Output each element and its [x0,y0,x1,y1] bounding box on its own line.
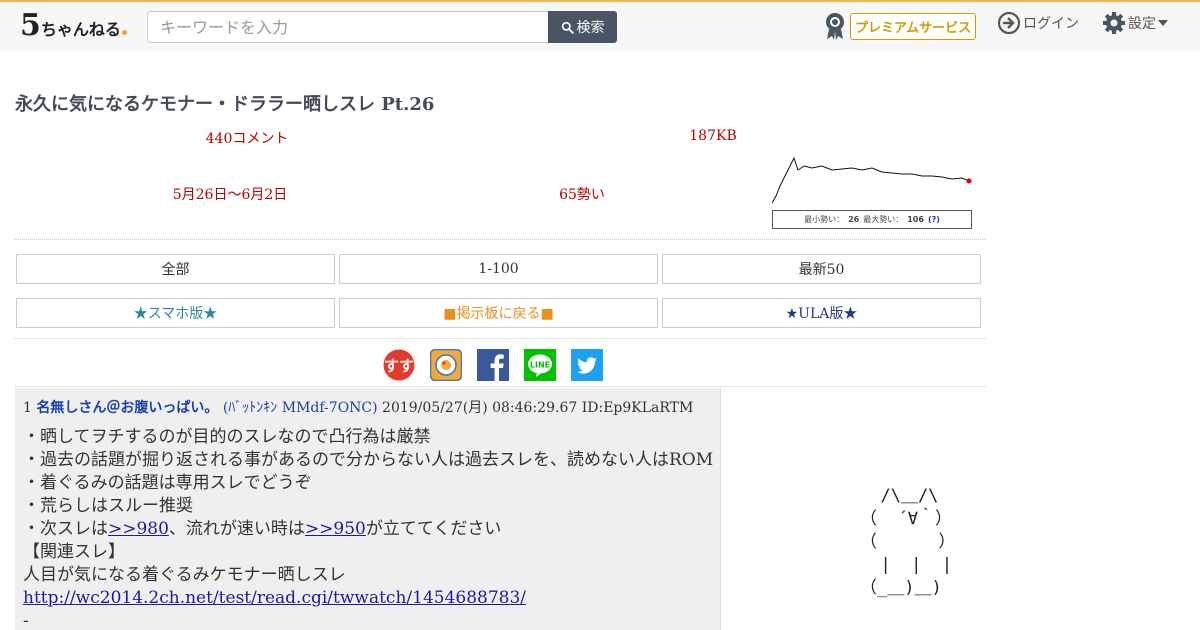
post-line: ・晒してヲチするのが目的のスレなので凸行為は厳禁 [23,427,431,447]
post-number[interactable]: 1 [23,400,32,416]
award-icon [826,13,844,40]
post-line: ・荒らしはスルー推奨 [23,496,193,516]
all-posts-button[interactable]: 全部 [16,254,335,284]
post-line: 人目が気になる着ぐるみケモナー晒しスレ [23,565,346,585]
premium-label: プレミアムサービス [850,12,977,40]
matome-icon [430,349,462,381]
premium-link[interactable]: プレミアムサービス [823,11,977,41]
search-input[interactable] [147,11,549,43]
divider [15,239,985,240]
post-author-name: 名無しさん＠お腹いっぱい。 [36,400,219,416]
site-header: 5ちゃんねる 検索 プレミアムサービス ログイン [0,2,1200,51]
line-share-button[interactable]: LINE [524,349,556,381]
post-trip: (ﾊﾞｯﾄﾝｷﾝ MMdf-7ONC) [222,400,378,416]
search-button[interactable]: 検索 [548,11,617,43]
twitter-share-button[interactable] [571,349,603,381]
momentum-end-marker [966,178,972,184]
site-logo[interactable]: 5ちゃんねる [20,10,127,42]
logo-five: 5 [20,8,41,43]
momentum-graph [772,156,972,206]
post-text: ・次スレは [23,519,108,539]
range-1-100-button[interactable]: 1-100 [339,254,658,284]
post-text: 、流れが速い時は [168,519,305,539]
post-line: 【関連スレ】 [23,542,125,562]
post-line: ・着ぐるみの話題は専用スレでどうぞ [23,473,312,493]
gear-icon [1103,12,1125,34]
post-1: 1 名無しさん＠お腹いっぱい。 (ﾊﾞｯﾄﾝｷﾝ MMdf-7ONC) 2019… [15,388,721,630]
related-thread-link[interactable]: http://wc2014.2ch.net/test/read.cgi/twwa… [23,588,526,608]
line-icon: LINE [524,349,556,381]
graph-max-value: 106 [907,215,924,224]
thread-size: 187KB [689,128,737,144]
sumaho-label: すす [384,357,414,375]
logo-text: ちゃんねる [40,20,121,39]
anchor-link-980[interactable]: >>980 [108,519,169,539]
graph-caption: 最小勢い： 26 最大勢い： 106 (?) [772,210,972,229]
post-datetime: 2019/05/27(月) 08:46:29.67 [382,400,578,416]
sumaho-icon: すす [383,349,415,381]
settings-menu[interactable]: 設定 [1102,11,1168,35]
graph-help-link[interactable]: (?) [928,215,940,224]
facebook-share-button[interactable] [477,349,509,381]
matome-share-button[interactable] [430,349,462,381]
sumaho-share-button[interactable]: すす [383,349,415,381]
twitter-icon [571,349,603,381]
post-id[interactable]: ID:Ep9KLaRTM [582,400,694,416]
graph-max-label: 最大勢い： [863,215,904,224]
ascii-art: /\＿/\ （ ´∀｀） （ ） | | | （_＿)＿) [860,486,956,598]
ula-version-button[interactable]: ★ULA版★ [662,298,981,328]
search-button-label: 検索 [576,20,605,36]
login-label: ログイン [1023,16,1079,32]
post-header: 1 名無しさん＠お腹いっぱい。 (ﾊﾞｯﾄﾝｷﾝ MMdf-7ONC) 2019… [23,397,693,417]
graph-min-value: 26 [848,215,860,224]
momentum: 65勢い [559,187,605,203]
latest-50-button[interactable]: 最新50 [662,254,981,284]
smartphone-version-button[interactable]: ★スマホ版★ [16,298,335,328]
divider [15,386,985,387]
search-icon [561,21,574,34]
back-to-board-button[interactable]: ■掲示板に戻る■ [339,298,658,328]
post-line: - [23,611,29,630]
caret-down-icon [1158,20,1168,26]
settings-label: 設定 [1128,16,1156,32]
anchor-link-950[interactable]: >>950 [305,519,366,539]
divider [15,338,985,339]
date-range: 5月26日〜6月2日 [172,187,288,203]
login-icon [997,11,1021,35]
line-label: LINE [530,361,550,370]
post-line: ・次スレは>>980、流れが速い時は>>950が立ててください [23,518,713,541]
momentum-line [772,156,970,204]
post-body: ・晒してヲチするのが目的のスレなので凸行為は厳禁 ・過去の話題が掘り返される事が… [23,426,713,630]
logo-dot [121,30,127,35]
facebook-icon [477,349,509,381]
post-text: が立ててください [365,519,502,539]
login-link[interactable]: ログイン [997,11,1079,35]
graph-min-label: 最小勢い： [804,215,845,224]
post-line: ・過去の話題が掘り返される事があるので分からない人は過去スレを、読めない人はRO… [23,450,714,470]
thread-title: 永久に気になるケモナー・ドララー晒しスレ Pt.26 [15,94,435,115]
comment-count: 440コメント [205,131,289,147]
